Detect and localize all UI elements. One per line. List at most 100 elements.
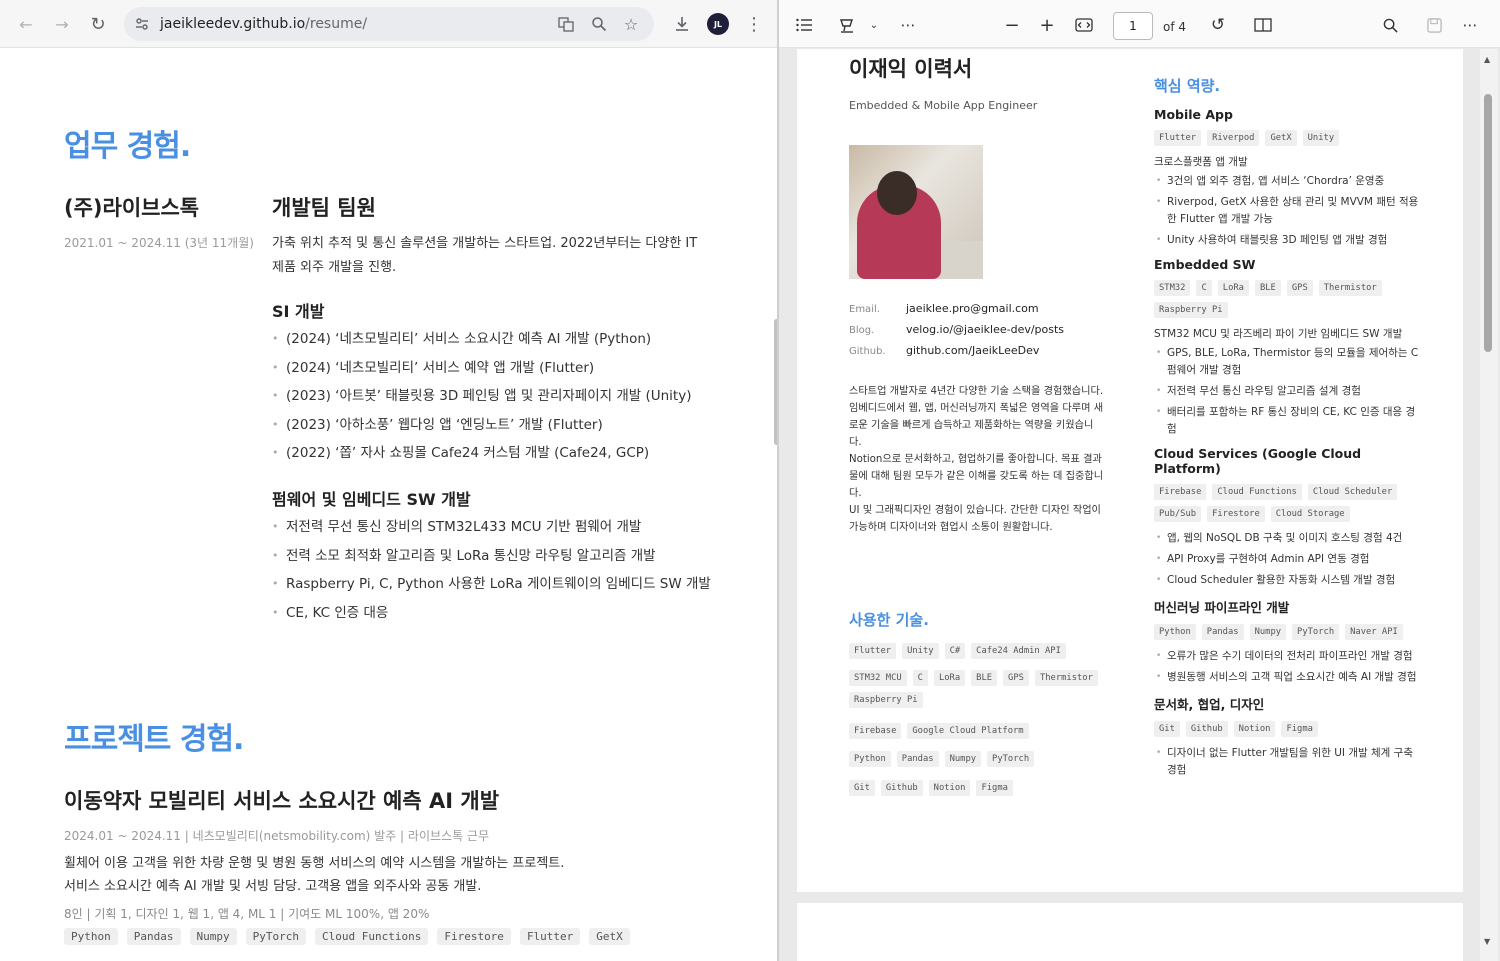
scroll-up-icon[interactable]: ▲ bbox=[1484, 55, 1490, 64]
rotate-icon[interactable]: ↺ bbox=[1207, 14, 1229, 36]
contact-email[interactable]: jaeiklee.pro@gmail.com bbox=[906, 302, 1039, 315]
photo-head bbox=[877, 171, 917, 215]
skill-tag: Cloud Scheduler bbox=[1307, 484, 1398, 500]
core-competency-title: 핵심 역량. bbox=[1154, 77, 1221, 95]
reload-button[interactable]: ↻ bbox=[86, 12, 110, 36]
competency-heading: Embedded SW bbox=[1154, 257, 1256, 272]
intro-paragraph: 스타트업 개발자로 4년간 다양한 기술 스택을 경험했습니다. 임베디드에서 … bbox=[849, 386, 1104, 448]
list-item: CE, KC 인증 대응 bbox=[272, 599, 711, 628]
scroll-down-icon[interactable]: ▼ bbox=[1484, 937, 1490, 946]
list-item: 3건의 앱 외주 경험, 앱 서비스 ‘Chordra’ 운영중 bbox=[1154, 173, 1424, 190]
skill-tag: Github bbox=[1185, 721, 1228, 737]
contact-row: Github. github.com/JaeikLeeDev bbox=[849, 341, 1064, 362]
competency-list: 디자이너 없는 Flutter 개발팀을 위한 UI 개발 체계 구축 경험 bbox=[1154, 745, 1424, 779]
chevron-down-icon[interactable]: ⌄ bbox=[863, 14, 885, 36]
fit-width-icon[interactable] bbox=[1073, 14, 1095, 36]
list-item: Raspberry Pi, C, Python 사용한 LoRa 게이트웨이의 … bbox=[272, 570, 711, 599]
page-total: of 4 bbox=[1163, 20, 1187, 34]
bookmark-star-icon[interactable]: ☆ bbox=[621, 14, 641, 34]
competency-block: Mobile App Flutter Riverpod GetX Unity 크… bbox=[1154, 107, 1424, 249]
skill-tag: GPS bbox=[1286, 280, 1313, 296]
core-competency-column: Mobile App Flutter Riverpod GetX Unity 크… bbox=[1154, 99, 1424, 783]
zoom-icon[interactable] bbox=[589, 14, 609, 34]
skill-tag: LoRa bbox=[933, 670, 966, 686]
more-tools-icon[interactable]: ⋯ bbox=[897, 14, 919, 36]
competency-heading: Mobile App bbox=[1154, 107, 1233, 122]
highlight-icon[interactable] bbox=[836, 14, 858, 36]
save-icon[interactable] bbox=[1423, 14, 1445, 36]
competency-summary: 크로스플랫폼 앱 개발 bbox=[1154, 156, 1248, 168]
skill-tag: Unity bbox=[1302, 130, 1340, 146]
contact-github[interactable]: github.com/JaeikLeeDev bbox=[906, 344, 1039, 357]
job-role: 개발팀 팀원 bbox=[272, 196, 376, 220]
skill-tag: Raspberry Pi bbox=[1154, 302, 1228, 318]
skill-tag: STM32 bbox=[1154, 280, 1191, 296]
search-icon[interactable] bbox=[1379, 14, 1401, 36]
skill-tag: Git bbox=[849, 780, 875, 796]
list-item: Cloud Scheduler 활용한 자동화 시스템 개발 경험 bbox=[1154, 572, 1424, 589]
forward-button[interactable]: → bbox=[50, 12, 74, 36]
resume-name: 이재익 이력서 bbox=[849, 57, 973, 81]
list-item: Riverpod, GetX 사용한 상태 관리 및 MVVM 패턴 적용한 F… bbox=[1154, 194, 1424, 228]
resume-subtitle: Embedded & Mobile App Engineer bbox=[849, 99, 1038, 112]
competency-block: Cloud Services (Google Cloud Platform) F… bbox=[1154, 446, 1424, 589]
tech-tag: Flutter bbox=[519, 928, 581, 945]
list-item: 앱, 웹의 NoSQL DB 구축 및 이미지 호스팅 경험 4건 bbox=[1154, 530, 1424, 547]
skills-row: Git Github Notion Figma bbox=[849, 780, 1119, 796]
page-number-input[interactable]: 1 bbox=[1113, 12, 1153, 40]
list-item: GPS, BLE, LoRa, Thermistor 등의 모듈을 제어하는 C… bbox=[1154, 345, 1424, 379]
list-item: (2023) ‘아트봇’ 태블릿용 3D 페인팅 앱 및 관리자페이지 개발 (… bbox=[272, 382, 691, 411]
skill-tag: Figma bbox=[1281, 721, 1318, 737]
settings-more-icon[interactable]: ⋯ bbox=[1459, 14, 1481, 36]
skill-tag: GetX bbox=[1265, 130, 1297, 146]
contact-info: Email. jaeiklee.pro@gmail.com Blog. velog.… bbox=[849, 299, 1064, 362]
pdf-scrollbar[interactable]: ▲ ▼ bbox=[1480, 49, 1498, 961]
skill-tag: C# bbox=[944, 643, 966, 659]
intro-paragraph: UI 및 그래픽디자인 경험이 있습니다. 간단한 디자인 작업이 가능하며 디… bbox=[849, 505, 1101, 533]
skill-tag: Pub/Sub bbox=[1154, 506, 1202, 522]
skill-tag: Pandas bbox=[896, 751, 939, 767]
competency-list: 앱, 웹의 NoSQL DB 구축 및 이미지 호스팅 경험 4건 API Pr… bbox=[1154, 530, 1424, 589]
zoom-out-icon[interactable]: − bbox=[1001, 14, 1023, 36]
competency-tags: Python Pandas Numpy PyTorch Naver API bbox=[1154, 624, 1424, 640]
pdf-page-1: 이재익 이력서 Embedded & Mobile App Engineer E… bbox=[797, 49, 1463, 892]
skill-tag: Firestore bbox=[1207, 506, 1265, 522]
competency-heading: Cloud Services (Google Cloud Platform) bbox=[1154, 446, 1362, 476]
profile-photo bbox=[849, 145, 983, 279]
site-info-icon[interactable] bbox=[132, 14, 152, 34]
contents-list-icon[interactable] bbox=[793, 14, 815, 36]
profile-avatar[interactable]: JL bbox=[707, 13, 729, 35]
pdf-scroll-thumb[interactable] bbox=[1484, 94, 1492, 352]
tech-tag: Firestore bbox=[437, 928, 511, 945]
list-item: 배터리를 포함하는 RF 통신 장비의 CE, KC 인증 대응 경험 bbox=[1154, 404, 1424, 438]
project-desc-line: 서비스 소요시간 예측 AI 개발 및 서빙 담당. 고객용 앱을 외주사와 공… bbox=[64, 879, 482, 894]
translate-icon[interactable] bbox=[556, 14, 576, 34]
competency-block: Embedded SW STM32 C LoRa BLE GPS Thermis… bbox=[1154, 257, 1424, 438]
si-dev-heading: SI 개발 bbox=[272, 302, 325, 321]
two-page-view-icon[interactable] bbox=[1252, 14, 1274, 36]
skill-tag: C bbox=[1196, 280, 1212, 296]
tech-tag: Python bbox=[64, 928, 118, 945]
competency-heading: 문서화, 협업, 디자인 bbox=[1154, 697, 1265, 712]
skill-tag: Notion bbox=[928, 780, 971, 796]
list-item: 오류가 많은 수기 데이터의 전처리 파이프라인 개발 경험 bbox=[1154, 648, 1424, 665]
list-item: Unity 사용하여 태블릿용 3D 페인팅 앱 개발 경험 bbox=[1154, 232, 1424, 249]
back-button[interactable]: ← bbox=[14, 12, 38, 36]
list-item: (2024) ‘네츠모빌리티’ 서비스 예약 앱 개발 (Flutter) bbox=[272, 354, 691, 383]
competency-tags: Firebase Cloud Functions Cloud Scheduler… bbox=[1154, 484, 1424, 522]
skill-tag: Cafe24 Admin API bbox=[971, 643, 1066, 659]
firmware-heading: 펌웨어 및 임베디드 SW 개발 bbox=[272, 490, 471, 509]
download-icon[interactable] bbox=[670, 12, 694, 36]
list-item: 전력 소모 최적화 알고리즘 및 LoRa 통신망 라우팅 알고리즘 개발 bbox=[272, 542, 711, 571]
intro-text: 스타트업 개발자로 4년간 다양한 기술 스택을 경험했습니다. 임베디드에서 … bbox=[849, 383, 1105, 536]
skill-tag: Firebase bbox=[849, 723, 902, 739]
skill-tag: Figma bbox=[976, 780, 1013, 796]
skill-tag: STM32 MCU bbox=[849, 670, 907, 686]
skill-tag: C bbox=[912, 670, 928, 686]
contact-row: Blog. velog.io/@jaeiklee-dev/posts bbox=[849, 320, 1064, 341]
competency-tags: STM32 C LoRa BLE GPS Thermistor Raspberr… bbox=[1154, 280, 1424, 318]
zoom-in-icon[interactable]: + bbox=[1036, 14, 1058, 36]
address-bar[interactable]: jaeikleedev.github.io/resume/ ☆ bbox=[124, 7, 654, 41]
contact-blog[interactable]: velog.io/@jaeiklee-dev/posts bbox=[906, 323, 1064, 336]
browser-menu-icon[interactable]: ⋮ bbox=[742, 12, 766, 36]
